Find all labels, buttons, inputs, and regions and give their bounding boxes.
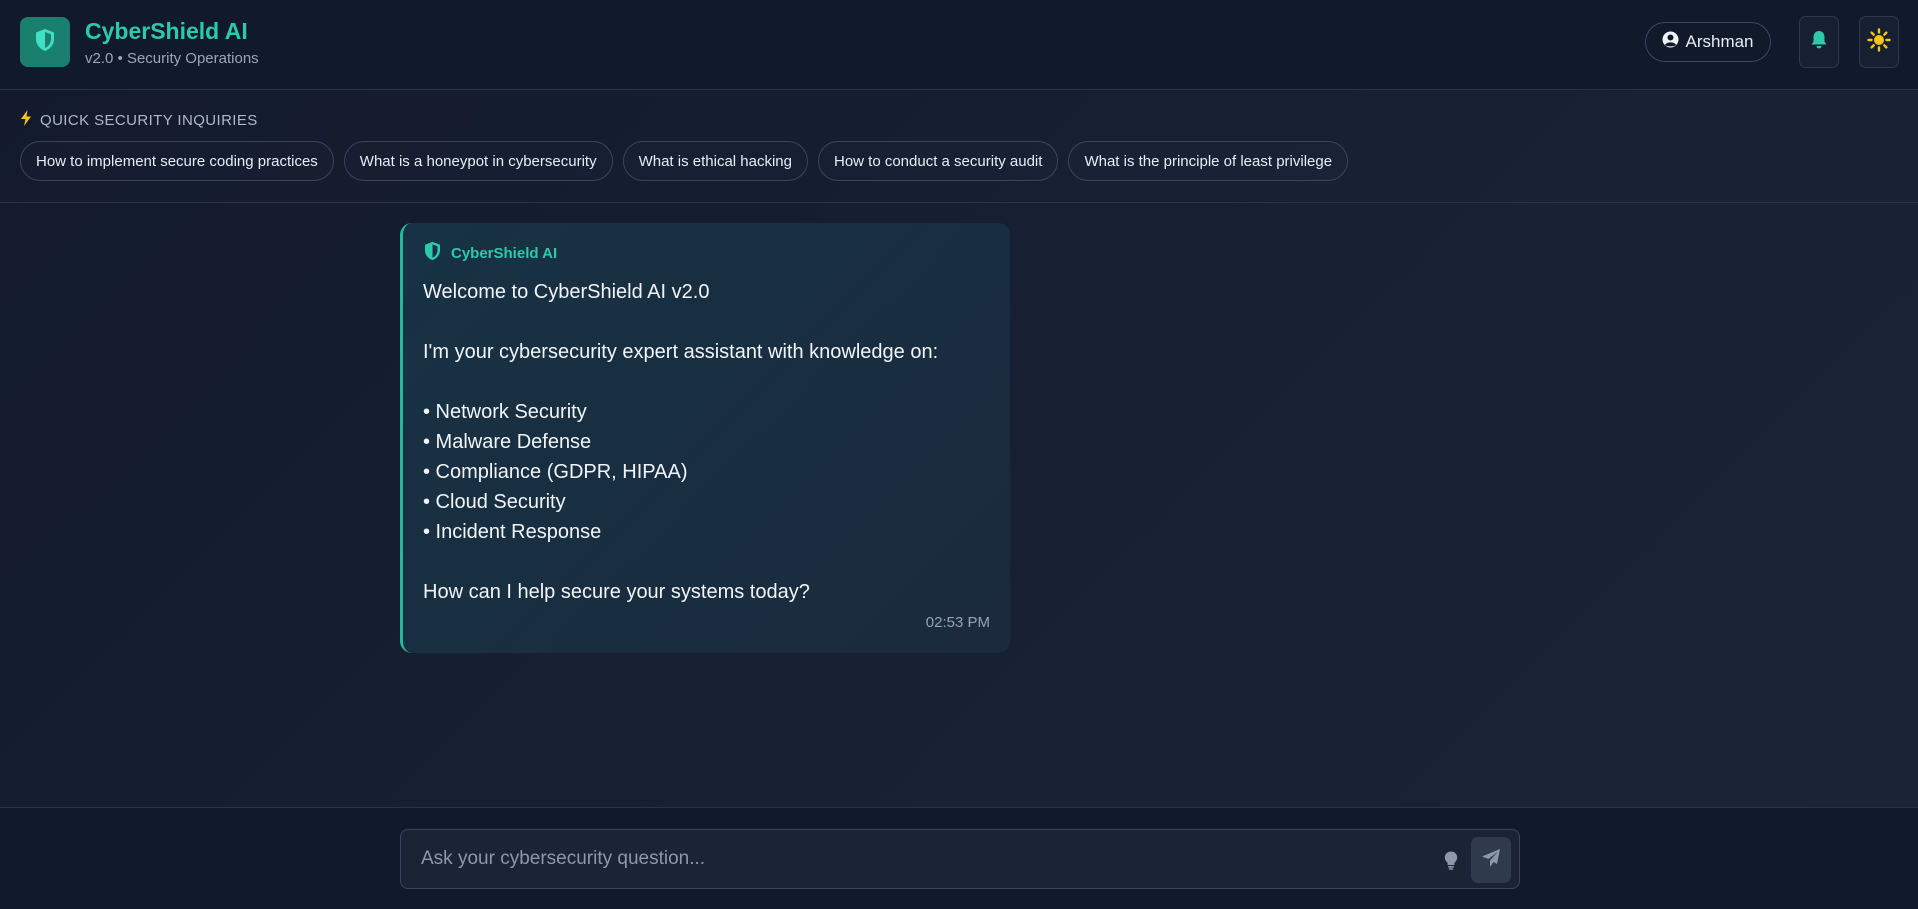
user-circle-icon (1662, 31, 1679, 53)
quick-inquiry-chip[interactable]: How to conduct a security audit (817, 141, 1059, 181)
bell-icon (1810, 30, 1828, 55)
message-line: • Malware Defense (423, 431, 592, 453)
send-button[interactable] (1471, 837, 1511, 883)
message-line: How can I help secure your systems today… (423, 581, 810, 603)
message-line: • Incident Response (423, 521, 602, 543)
lightning-icon (20, 110, 32, 130)
quick-inquiries-title: QUICK SECURITY INQUIRIES (40, 111, 258, 129)
message-line: I'm your cybersecurity expert assistant … (423, 341, 939, 363)
message-line: • Compliance (GDPR, HIPAA) (423, 461, 688, 483)
shield-icon (423, 241, 442, 265)
logo (20, 17, 70, 67)
app-subtitle: v2.0 • Security Operations (85, 50, 259, 67)
chat-input[interactable] (401, 830, 1431, 888)
app-root: CyberShield AI v2.0 • Security Operation… (0, 0, 1918, 909)
lightbulb-icon[interactable] (1441, 850, 1461, 870)
quick-inquiry-chip[interactable]: How to implement secure coding practices (20, 141, 334, 181)
quick-inquiry-chip[interactable]: What is the principle of least privilege (1068, 141, 1349, 181)
app-header: CyberShield AI v2.0 • Security Operation… (0, 0, 1918, 90)
theme-toggle-button[interactable] (1859, 16, 1899, 68)
quick-inquiry-chip[interactable]: What is a honeypot in cybersecurity (343, 141, 613, 181)
message-line (423, 307, 990, 337)
message-line: • Cloud Security (423, 491, 566, 513)
user-name: Arshman (1685, 32, 1754, 51)
paper-plane-icon (1481, 848, 1501, 873)
quick-inquiry-chip[interactable]: What is ethical hacking (622, 141, 808, 181)
quick-inquiry-chips: How to implement secure coding practices… (20, 141, 1349, 181)
assistant-message: CyberShield AI Welcome to CyberShield AI… (400, 223, 1010, 653)
message-line (423, 547, 990, 577)
chat-input-area (0, 807, 1918, 909)
message-timestamp: 02:53 PM (925, 614, 990, 631)
quick-inquiries-section: QUICK SECURITY INQUIRIES How to implemen… (0, 90, 1918, 203)
message-body: Welcome to CyberShield AI v2.0 I'm your … (423, 277, 990, 607)
chat-input-box (400, 829, 1520, 889)
notifications-button[interactable] (1799, 16, 1839, 68)
quick-inquiries-heading: QUICK SECURITY INQUIRIES (20, 110, 258, 130)
message-sender: CyberShield AI (423, 241, 990, 265)
message-line (423, 367, 990, 397)
message-line: Welcome to CyberShield AI v2.0 (423, 281, 710, 303)
sun-icon (1867, 27, 1891, 57)
message-line: • Network Security (423, 401, 587, 423)
user-menu-button[interactable]: Arshman (1645, 22, 1771, 62)
message-sender-name: CyberShield AI (451, 244, 558, 262)
shield-icon (34, 28, 56, 57)
app-title: CyberShield AI (85, 18, 248, 44)
